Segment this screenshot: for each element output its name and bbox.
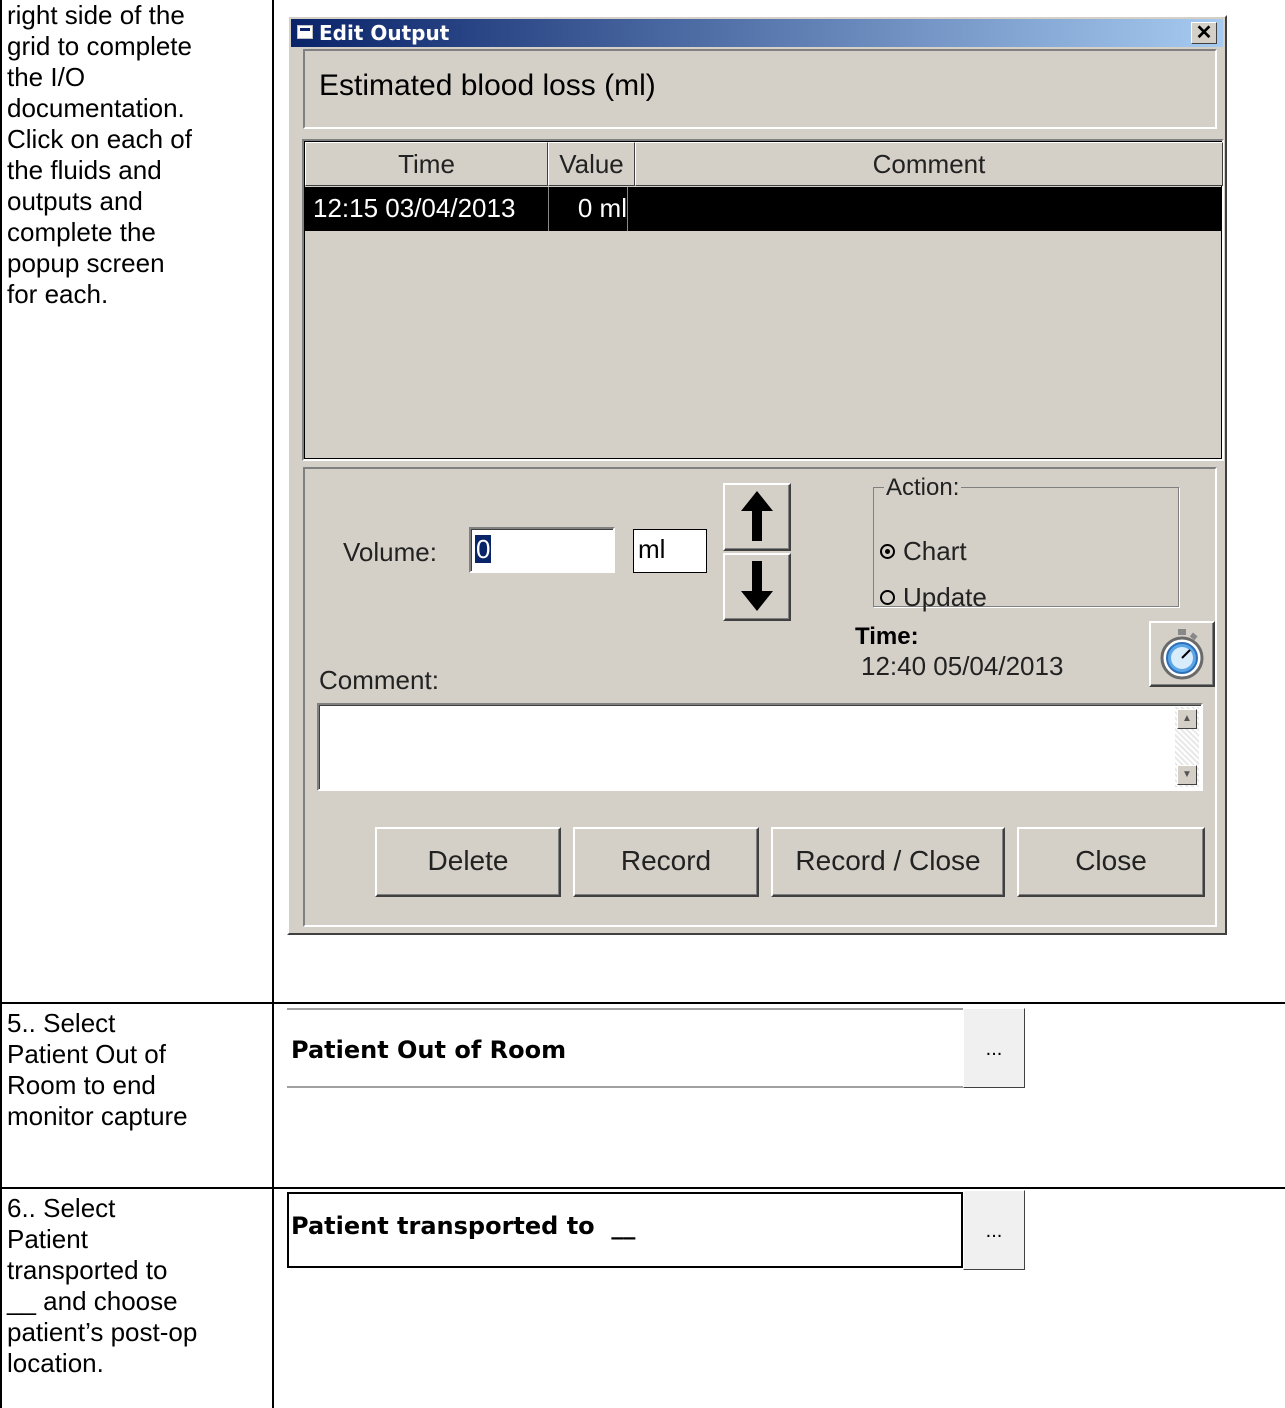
patient-out-of-room-field[interactable]: Patient Out of Room <box>287 1008 963 1088</box>
scroll-up-icon[interactable]: ▲ <box>1177 709 1197 729</box>
stopwatch-icon <box>1160 629 1204 680</box>
record-label: Record <box>620 845 712 876</box>
title-bar[interactable]: Edit Output ✕ <box>291 19 1223 47</box>
comment-input[interactable]: ▲ ▼ <box>317 703 1203 791</box>
down-arrow-icon <box>741 561 773 611</box>
instruction-text-row3: 6.. Select Patient transported to __ and… <box>7 1193 198 1378</box>
instruction-text-row1: right side of the grid to complete the I… <box>7 0 192 309</box>
output-name-heading: Estimated blood loss (ml) <box>319 69 656 102</box>
entry-panel: Volume: 0 ml Action: Chart Update Time: … <box>303 467 1217 927</box>
record-close-button[interactable]: Record / Close <box>771 827 1005 897</box>
patient-transported-label: Patient transported to __ <box>291 1212 636 1240</box>
radio-checked-icon <box>880 543 895 559</box>
delete-label: Delete <box>427 845 509 876</box>
patient-transported-button[interactable]: ... <box>963 1190 1025 1270</box>
up-arrow-icon <box>741 491 773 541</box>
volume-input[interactable]: 0 <box>469 527 615 573</box>
volume-value: 0 <box>475 534 492 564</box>
cell-value: 0 ml <box>548 187 628 231</box>
close-window-button[interactable]: ✕ <box>1191 22 1217 44</box>
close-label: Close <box>1075 845 1147 876</box>
cell-time: 12:15 03/04/2013 <box>313 193 516 223</box>
edit-output-dialog: Edit Output ✕ Estimated blood loss (ml) … <box>287 15 1227 935</box>
set-time-button[interactable] <box>1149 621 1215 687</box>
window-icon <box>297 25 313 39</box>
column-header-time[interactable]: Time <box>305 142 548 186</box>
window-title: Edit Output <box>319 21 450 45</box>
table-row[interactable]: 12:15 03/04/2013 0 ml <box>305 187 1221 231</box>
instruction-text-row2: 5.. Select Patient Out of Room to end mo… <box>7 1008 188 1131</box>
unit-label: ml <box>638 534 666 564</box>
table-row-divider <box>0 1187 1285 1189</box>
cell-comment <box>635 187 1223 231</box>
patient-out-of-room-label: Patient Out of Room <box>291 1036 567 1064</box>
grid-frame: Time Value Comment 12:15 03/04/2013 0 ml <box>304 141 1223 459</box>
radio-chart[interactable]: Chart <box>880 536 967 567</box>
close-button[interactable]: Close <box>1017 827 1205 897</box>
unit-box: ml <box>633 529 707 573</box>
record-close-label: Record / Close <box>795 845 981 876</box>
scroll-down-icon[interactable]: ▼ <box>1177 765 1197 785</box>
radio-update[interactable]: Update <box>880 582 987 613</box>
column-header-comment[interactable]: Comment <box>635 142 1223 186</box>
header-panel: Estimated blood loss (ml) <box>303 49 1217 129</box>
time-value: 12:40 05/04/2013 <box>861 651 1064 681</box>
patient-transported-field[interactable]: Patient transported to __ <box>287 1192 963 1268</box>
increment-button[interactable] <box>723 483 791 551</box>
radio-unchecked-icon <box>880 589 895 605</box>
patient-out-of-room-button[interactable]: ... <box>963 1008 1025 1088</box>
action-group: Action: Chart Update <box>873 474 1179 612</box>
table-column-divider <box>272 0 274 1408</box>
column-header-value[interactable]: Value <box>548 142 635 186</box>
table-row-divider <box>0 1002 1285 1004</box>
action-legend: Action: <box>884 474 962 502</box>
comment-label: Comment: <box>319 665 439 695</box>
output-history-grid[interactable]: Time Value Comment 12:15 03/04/2013 0 ml <box>302 139 1224 461</box>
volume-label: Volume: <box>343 537 437 567</box>
record-button[interactable]: Record <box>573 827 759 897</box>
delete-button[interactable]: Delete <box>375 827 561 897</box>
radio-update-label: Update <box>903 582 987 612</box>
decrement-button[interactable] <box>723 553 791 621</box>
table-border-left <box>0 0 2 1408</box>
time-label: Time: <box>855 623 919 650</box>
radio-chart-label: Chart <box>903 536 967 566</box>
